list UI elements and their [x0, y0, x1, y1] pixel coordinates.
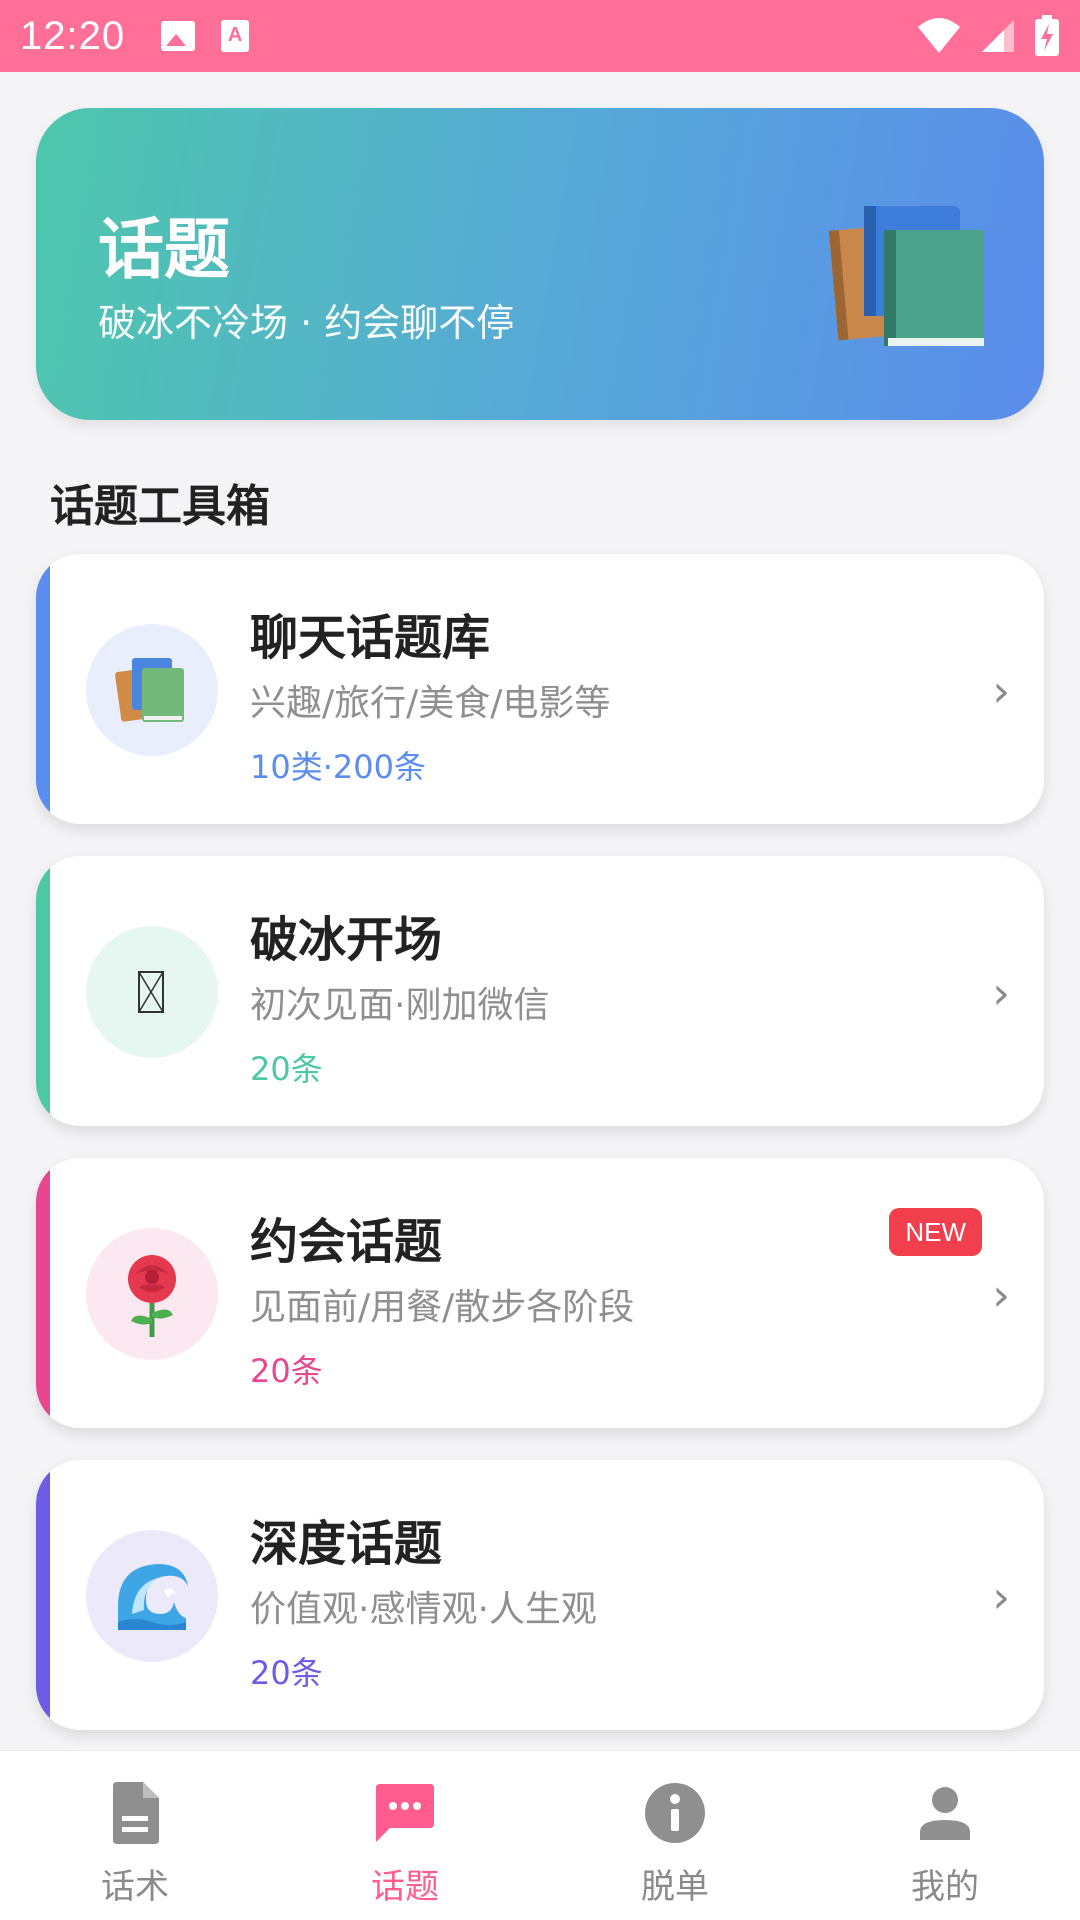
- card-accent-bar: [36, 554, 50, 824]
- status-bar: 12:20 A: [0, 0, 1080, 72]
- rose-icon: [128, 1255, 176, 1337]
- info-icon: [643, 1781, 707, 1845]
- status-notification-icons: A: [161, 20, 250, 52]
- chat-bubble-icon: [373, 1781, 437, 1845]
- person-icon: [913, 1781, 977, 1845]
- nav-item-profile[interactable]: 我的: [810, 1751, 1080, 1920]
- image-notification-icon: [161, 21, 196, 51]
- chevron-right-icon: ›: [992, 968, 1010, 1019]
- nav-item-scripts[interactable]: 话术: [0, 1751, 270, 1920]
- card-description: 价值观·感情观·人生观: [250, 1589, 597, 1630]
- status-system-icons: [916, 15, 1060, 57]
- card-description: 兴趣/旅行/美食/电影等: [250, 683, 611, 724]
- text-notification-icon: A: [221, 20, 250, 52]
- card-accent-bar: [36, 1460, 50, 1730]
- chevron-right-icon: ›: [992, 1572, 1010, 1623]
- chevron-right-icon: ›: [992, 666, 1010, 717]
- bottom-navigation: 话术 话题 脱单 我的: [0, 1750, 1080, 1920]
- card-count: 20条: [250, 1654, 323, 1692]
- card-title: 聊天话题库: [250, 610, 491, 666]
- card-icebreaker-opening[interactable]: 破冰开场 初次见面·刚加微信 20条 ›: [36, 856, 1044, 1126]
- card-icon-container: [86, 1530, 218, 1662]
- wifi-icon: [918, 18, 960, 53]
- nav-label: 话术: [101, 1867, 169, 1907]
- nav-item-dating[interactable]: 脱单: [540, 1751, 810, 1920]
- card-dating-topics[interactable]: 约会话题 NEW 见面前/用餐/散步各阶段 20条 ›: [36, 1158, 1044, 1428]
- chevron-right-icon: ›: [992, 1270, 1010, 1321]
- card-icon-container: [86, 926, 218, 1058]
- card-accent-bar: [36, 1158, 50, 1428]
- nav-label: 脱单: [641, 1867, 709, 1907]
- status-time: 12:20: [20, 13, 126, 58]
- card-count: 20条: [250, 1050, 323, 1088]
- card-icon-container: [86, 1228, 218, 1360]
- wave-icon: [118, 1564, 188, 1630]
- section-title: 话题工具箱: [50, 481, 270, 532]
- nav-label: 话题: [371, 1867, 439, 1907]
- document-icon: [103, 1781, 167, 1845]
- card-chat-topic-library[interactable]: 聊天话题库 兴趣/旅行/美食/电影等 10类·200条 ›: [36, 554, 1044, 824]
- hero-subtitle: 破冰不冷场 · 约会聊不停: [98, 301, 515, 345]
- card-description: 初次见面·刚加微信: [250, 985, 550, 1026]
- books-icon: [115, 658, 184, 722]
- new-badge: NEW: [889, 1208, 982, 1256]
- card-title: 约会话题: [250, 1214, 443, 1270]
- card-description: 见面前/用餐/散步各阶段: [250, 1287, 635, 1328]
- card-count: 20条: [250, 1352, 323, 1390]
- card-icon-container: [86, 624, 218, 756]
- card-count: 10类·200条: [250, 748, 426, 786]
- hero-title: 话题: [98, 211, 230, 288]
- card-title: 深度话题: [250, 1516, 443, 1572]
- battery-charging-icon: [1035, 15, 1059, 56]
- card-accent-bar: [36, 856, 50, 1126]
- nav-item-topics[interactable]: 话题: [270, 1751, 540, 1920]
- missing-glyph-icon: [138, 971, 164, 1013]
- nav-label: 我的: [911, 1867, 979, 1907]
- signal-icon: [982, 20, 1014, 52]
- card-deep-topics[interactable]: 深度话题 价值观·感情观·人生观 20条 ›: [36, 1460, 1044, 1730]
- card-title: 破冰开场: [250, 912, 443, 968]
- books-icon: [828, 206, 984, 346]
- hero-banner: 话题 破冰不冷场 · 约会聊不停: [36, 108, 1044, 420]
